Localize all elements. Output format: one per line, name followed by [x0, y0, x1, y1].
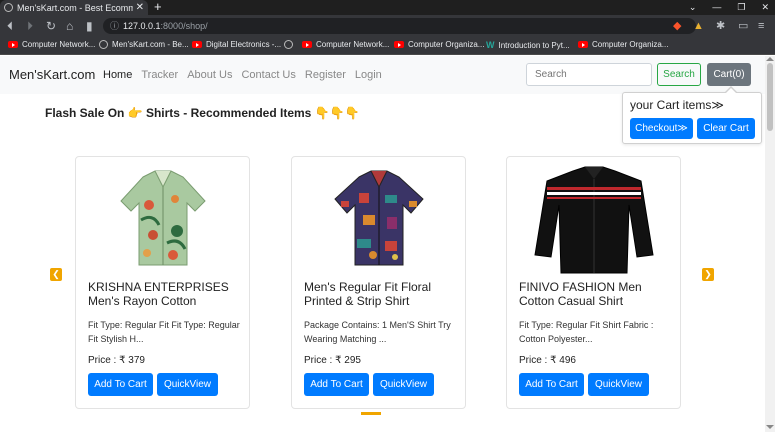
cart-popover: your Cart items≫ Checkout≫ Clear Cart	[622, 86, 762, 144]
window-close-icon[interactable]: ✕	[761, 0, 769, 14]
youtube-icon	[302, 41, 312, 48]
bookmark-icon[interactable]: ▮	[86, 18, 93, 34]
globe-icon	[4, 3, 13, 12]
tab-title: Men'sKart.com - Best Ecommerce	[17, 2, 133, 13]
bookmark-item[interactable]: Computer Organiza...	[394, 40, 484, 49]
bookmark-item[interactable]: Computer Organiza...	[578, 40, 668, 49]
product-description: Fit Type: Regular Fit Shirt Fabric : Cot…	[519, 320, 654, 344]
page-heading: Flash Sale On 👉 Shirts - Recommended Ite…	[45, 106, 360, 120]
youtube-icon	[578, 41, 588, 48]
url-path: :8000/shop/	[160, 21, 208, 31]
product-image[interactable]	[329, 165, 429, 270]
site-navbar: Men'sKart.com Home Tracker About Us Cont…	[0, 56, 765, 94]
bookmarks-bar: Computer Network... Men'sKart.com - Be..…	[0, 37, 775, 55]
bookmark-item[interactable]: Computer Network...	[8, 40, 95, 49]
youtube-icon	[192, 41, 202, 48]
carousel-indicator[interactable]	[361, 412, 381, 415]
cart-popover-title: your Cart items≫	[630, 98, 724, 112]
product-title[interactable]: FINIVO FASHION Men Cotton Casual Shirt	[519, 280, 674, 308]
quickview-button[interactable]: QuickView	[373, 373, 434, 396]
nav-link-about[interactable]: About Us	[187, 69, 232, 81]
product-price: Price : ₹ 295	[304, 355, 361, 366]
product-title[interactable]: Men's Regular Fit Floral Printed & Strip…	[304, 280, 459, 308]
url-host: 127.0.0.1	[123, 21, 161, 31]
new-tab-button[interactable]: +	[154, 0, 162, 14]
nav-link-register[interactable]: Register	[305, 69, 346, 81]
home-icon[interactable]: ⌂	[66, 18, 73, 34]
back-icon[interactable]: ⏴	[7, 18, 13, 34]
address-bar: ⏴ ⏵ ↻ ⌂ ▮ ⓘ 127.0.0.1:8000/shop/ ◆ ▲ ✱ ▭…	[0, 15, 775, 37]
search-input[interactable]	[526, 63, 652, 86]
browser-tab-bar: Men'sKart.com - Best Ecommerce ✕ + ⌄ — ❐…	[0, 0, 775, 15]
scrollbar-thumb[interactable]	[767, 63, 773, 131]
extensions-icon[interactable]: ✱	[716, 18, 725, 34]
carousel-prev-icon[interactable]: ❮	[50, 268, 62, 281]
wallet-icon[interactable]: ▭	[738, 18, 748, 34]
info-icon[interactable]: ⓘ	[110, 18, 119, 34]
browser-tab[interactable]: Men'sKart.com - Best Ecommerce ✕	[0, 0, 148, 15]
search-button[interactable]: Search	[657, 63, 701, 86]
quickview-button[interactable]: QuickView	[157, 373, 218, 396]
product-title[interactable]: KRISHNA ENTERPRISES Men's Rayon Cotton	[88, 280, 243, 308]
product-image[interactable]	[113, 165, 213, 270]
checkout-button[interactable]: Checkout≫	[630, 118, 693, 139]
w-icon: W	[486, 40, 495, 50]
product-price: Price : ₹ 379	[88, 355, 145, 366]
restore-icon[interactable]: ❐	[737, 0, 745, 14]
product-description: Fit Type: Regular Fit Fit Type: Regular …	[88, 320, 240, 344]
tab-search-icon[interactable]: ⌄	[689, 0, 697, 14]
add-to-cart-button[interactable]: Add To Cart	[88, 373, 153, 396]
tab-close-icon[interactable]: ✕	[136, 2, 144, 13]
product-description: Package Contains: 1 Men'S Shirt Try Wear…	[304, 320, 451, 344]
bookmark-item[interactable]: W Introduction to Pyt...	[486, 40, 570, 50]
forward-icon[interactable]: ⏵	[27, 18, 33, 34]
globe-icon	[99, 40, 108, 49]
cart-button[interactable]: Cart(0)	[707, 63, 751, 86]
bookmark-item[interactable]: Men'sKart.com - Be...	[99, 40, 189, 49]
clear-cart-button[interactable]: Clear Cart	[697, 118, 755, 139]
url-input[interactable]: ⓘ 127.0.0.1:8000/shop/	[103, 18, 696, 34]
product-card: Men's Regular Fit Floral Printed & Strip…	[291, 156, 466, 409]
brand-logo[interactable]: Men'sKart.com	[9, 67, 95, 82]
window-controls: ⌄ — ❐ ✕	[689, 0, 769, 14]
add-to-cart-button[interactable]: Add To Cart	[304, 373, 369, 396]
product-card: KRISHNA ENTERPRISES Men's Rayon Cotton F…	[75, 156, 250, 409]
product-card: FINIVO FASHION Men Cotton Casual Shirt F…	[506, 156, 681, 409]
product-price: Price : ₹ 496	[519, 355, 576, 366]
minimize-icon[interactable]: —	[712, 0, 721, 14]
globe-icon	[284, 40, 293, 49]
bookmark-item[interactable]: Computer Network...	[302, 40, 389, 49]
nav-link-tracker[interactable]: Tracker	[141, 69, 178, 81]
youtube-icon	[8, 41, 18, 48]
quickview-button[interactable]: QuickView	[588, 373, 649, 396]
carousel-next-icon[interactable]: ❯	[702, 268, 714, 281]
bookmark-item[interactable]	[284, 40, 297, 49]
product-image[interactable]	[529, 165, 659, 275]
nav-links: Home Tracker About Us Contact Us Registe…	[103, 69, 382, 81]
nav-link-login[interactable]: Login	[355, 69, 382, 81]
brave-shield-icon[interactable]: ◆	[673, 18, 681, 34]
scroll-up-icon[interactable]	[766, 57, 774, 61]
bookmark-item[interactable]: Digital Electronics -...	[192, 40, 281, 49]
reload-icon[interactable]: ↻	[46, 18, 56, 34]
youtube-icon	[394, 41, 404, 48]
nav-link-contact[interactable]: Contact Us	[241, 69, 295, 81]
brave-rewards-icon[interactable]: ▲	[693, 18, 704, 34]
menu-icon[interactable]: ≡	[758, 18, 764, 34]
scroll-down-icon[interactable]	[766, 425, 774, 429]
add-to-cart-button[interactable]: Add To Cart	[519, 373, 584, 396]
nav-link-home[interactable]: Home	[103, 69, 132, 81]
